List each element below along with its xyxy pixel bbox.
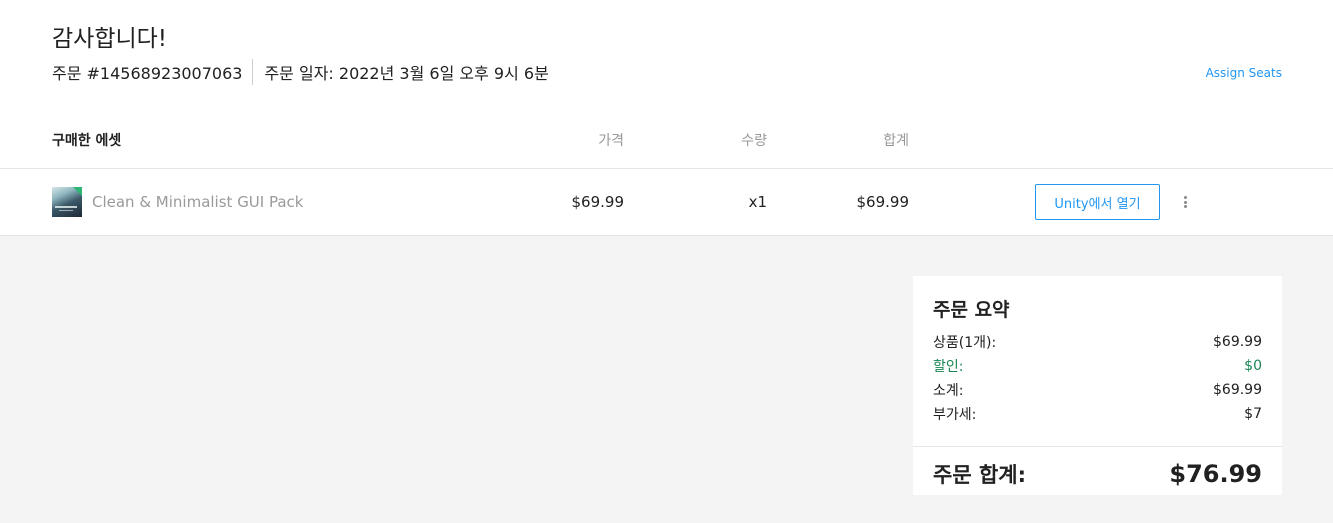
order-summary-card: 주문 요약 상품(1개): $69.99 할인: $0 소계: $69.99 부… bbox=[913, 276, 1282, 495]
table-row: Clean & Minimalist GUI Pack $69.99 x1 $6… bbox=[0, 169, 1333, 236]
column-header-asset: 구매한 에셋 bbox=[52, 133, 122, 149]
page-title: 감사합니다! bbox=[52, 26, 168, 52]
thumbnail-banner bbox=[55, 206, 77, 208]
asset-price: $69.99 bbox=[571, 193, 625, 211]
order-date: 주문 일자: 2022년 3월 6일 오후 9시 6분 bbox=[264, 64, 549, 83]
summary-tax-value: $7 bbox=[1244, 406, 1262, 422]
asset-thumbnail[interactable] bbox=[52, 187, 82, 217]
column-header-quantity: 수량 bbox=[741, 133, 767, 149]
order-summary-title: 주문 요약 bbox=[933, 299, 1010, 321]
summary-items-label: 상품(1개): bbox=[933, 335, 997, 351]
column-header-price: 가격 bbox=[598, 133, 624, 149]
summary-discount-row: 할인: $0 bbox=[933, 354, 1262, 378]
summary-tax-label: 부가세: bbox=[933, 407, 977, 423]
kebab-dot bbox=[1183, 196, 1187, 199]
order-meta: 주문 #14568923007063 주문 일자: 2022년 3월 6일 오후… bbox=[52, 58, 549, 86]
asset-quantity: x1 bbox=[748, 193, 767, 211]
summary-discount-label: 할인: bbox=[933, 359, 964, 375]
order-meta-divider bbox=[252, 59, 254, 85]
summary-divider bbox=[913, 446, 1282, 447]
summary-items-value: $69.99 bbox=[1213, 334, 1262, 350]
summary-total-value: $76.99 bbox=[1169, 460, 1262, 488]
summary-tax-row: 부가세: $7 bbox=[933, 402, 1262, 426]
purchased-assets-table-header: 구매한 에셋 가격 수량 합계 bbox=[0, 114, 1333, 169]
kebab-dot bbox=[1183, 200, 1187, 204]
summary-subtotal-row: 소계: $69.99 bbox=[933, 378, 1262, 402]
kebab-dot bbox=[1183, 205, 1187, 208]
more-vertical-icon[interactable] bbox=[1178, 193, 1192, 211]
asset-name-link[interactable]: Clean & Minimalist GUI Pack bbox=[92, 192, 303, 212]
thumbnail-corner-accent bbox=[73, 187, 82, 196]
summary-items-row: 상품(1개): $69.99 bbox=[933, 330, 1262, 354]
assign-seats-link[interactable]: Assign Seats bbox=[1206, 66, 1282, 80]
summary-total-row: 주문 합계: $76.99 bbox=[933, 458, 1262, 490]
summary-discount-value: $0 bbox=[1244, 358, 1262, 374]
order-header: 감사합니다! 주문 #14568923007063 주문 일자: 2022년 3… bbox=[52, 22, 1282, 102]
summary-total-label: 주문 합계: bbox=[933, 463, 1026, 487]
summary-subtotal-label: 소계: bbox=[933, 383, 964, 399]
thumbnail-caption bbox=[59, 210, 73, 211]
asset-total: $69.99 bbox=[856, 193, 910, 211]
open-in-unity-button[interactable]: Unity에서 열기 bbox=[1035, 184, 1160, 220]
summary-subtotal-value: $69.99 bbox=[1213, 382, 1262, 398]
order-number: 주문 #14568923007063 bbox=[52, 64, 243, 83]
order-confirmation-page: 감사합니다! 주문 #14568923007063 주문 일자: 2022년 3… bbox=[0, 0, 1333, 523]
column-header-total: 합계 bbox=[883, 133, 909, 149]
